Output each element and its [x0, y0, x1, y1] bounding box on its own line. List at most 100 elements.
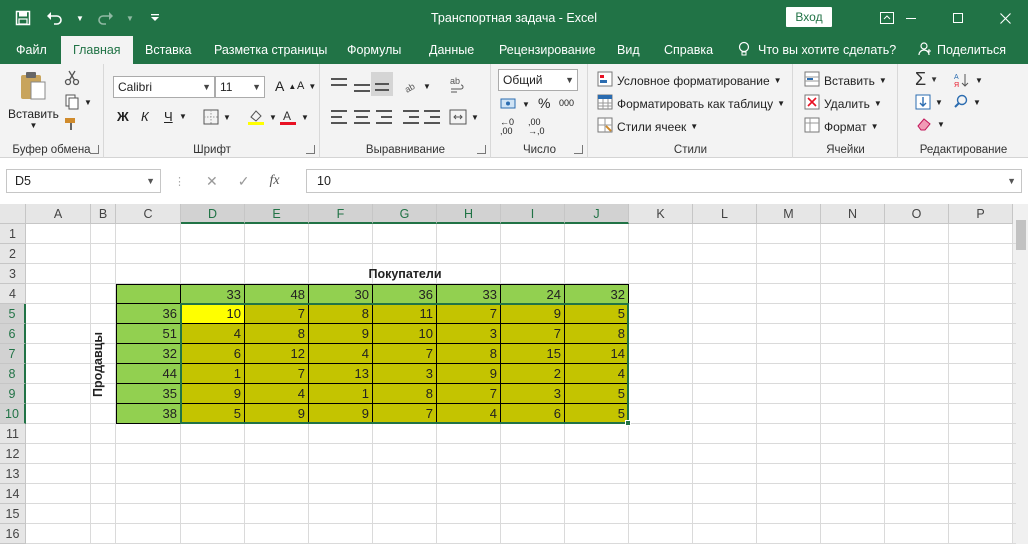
tab-page-layout[interactable]: Разметка страницы: [214, 36, 327, 64]
column-header-j[interactable]: J: [565, 204, 629, 224]
decrease-indent-icon[interactable]: [403, 110, 419, 124]
fill-icon[interactable]: ▼: [915, 94, 943, 110]
close-icon[interactable]: [982, 0, 1028, 36]
cost-cell[interactable]: 4: [309, 344, 373, 364]
row-header-1[interactable]: 1: [0, 224, 26, 244]
column-header-i[interactable]: I: [501, 204, 565, 224]
cost-cell[interactable]: 4: [565, 364, 629, 384]
format-cells-button[interactable]: Формат ▼: [804, 117, 879, 136]
cut-icon[interactable]: [64, 70, 80, 86]
vertical-scrollbar[interactable]: [1012, 204, 1028, 544]
cost-cell[interactable]: 15: [501, 344, 565, 364]
cost-cell[interactable]: 14: [565, 344, 629, 364]
column-header-l[interactable]: L: [693, 204, 757, 224]
cost-cell[interactable]: 9: [501, 304, 565, 324]
select-all-corner[interactable]: [0, 204, 26, 224]
autosum-icon[interactable]: Σ ▼: [915, 69, 938, 90]
supply-cell[interactable]: 35: [116, 384, 181, 404]
tab-help[interactable]: Справка: [664, 36, 713, 64]
save-icon[interactable]: [12, 7, 34, 29]
confirm-entry-icon[interactable]: ✓: [238, 173, 250, 190]
demand-cell[interactable]: 30: [309, 284, 373, 304]
number-launcher-icon[interactable]: [574, 145, 583, 154]
cost-cell[interactable]: 12: [245, 344, 309, 364]
cost-cell[interactable]: 13: [309, 364, 373, 384]
cost-cell[interactable]: 8: [245, 324, 309, 344]
wrap-text-icon[interactable]: ab: [449, 76, 467, 94]
font-launcher-icon[interactable]: [306, 145, 315, 154]
fill-color-icon[interactable]: ▼: [247, 108, 277, 126]
supply-cell[interactable]: 36: [116, 304, 181, 324]
insert-cells-button[interactable]: Вставить ▼: [804, 71, 887, 90]
tab-data[interactable]: Данные: [429, 36, 474, 64]
row-header-12[interactable]: 12: [0, 444, 26, 464]
minimize-icon[interactable]: [888, 0, 934, 36]
cost-cell[interactable]: 7: [437, 304, 501, 324]
cost-cell[interactable]: 7: [245, 304, 309, 324]
format-painter-icon[interactable]: [64, 116, 80, 132]
align-center-icon[interactable]: [354, 110, 370, 124]
login-button[interactable]: Вход: [786, 7, 832, 27]
demand-cell[interactable]: 33: [181, 284, 245, 304]
font-size-combo[interactable]: 11 ▼: [215, 76, 265, 98]
row-header-14[interactable]: 14: [0, 484, 26, 504]
supply-cell[interactable]: 44: [116, 364, 181, 384]
cell-c4[interactable]: [116, 284, 181, 304]
column-header-o[interactable]: O: [885, 204, 949, 224]
font-color-icon[interactable]: A ▼: [279, 108, 309, 126]
column-header-m[interactable]: M: [757, 204, 821, 224]
column-header-c[interactable]: C: [116, 204, 181, 224]
column-header-k[interactable]: K: [629, 204, 693, 224]
borders-icon[interactable]: ▼: [203, 109, 231, 125]
cost-cell[interactable]: 9: [245, 404, 309, 424]
row-header-5[interactable]: 5: [0, 304, 26, 324]
align-top-icon[interactable]: [331, 78, 347, 92]
cost-cell[interactable]: 9: [181, 384, 245, 404]
fill-handle[interactable]: [625, 420, 631, 426]
cost-cell[interactable]: 3: [437, 324, 501, 344]
cost-cell[interactable]: 8: [309, 304, 373, 324]
cancel-entry-icon[interactable]: ✕: [206, 173, 218, 190]
align-bottom-icon[interactable]: [371, 72, 393, 96]
cost-cell[interactable]: 1: [309, 384, 373, 404]
column-header-d[interactable]: D: [181, 204, 245, 224]
worksheet-grid[interactable]: A B C D E F G H I J K L M N O P 1 2 3 4 5 6 7 8 9 10 11 12 13 14 15 16 П…: [0, 204, 1028, 544]
row-header-3[interactable]: 3: [0, 264, 26, 284]
share-button[interactable]: Поделиться: [918, 36, 1006, 64]
orientation-icon[interactable]: ab ▼: [403, 78, 431, 94]
maximize-icon[interactable]: [935, 0, 981, 36]
column-header-e[interactable]: E: [245, 204, 309, 224]
redo-icon[interactable]: [94, 7, 116, 29]
row-header-6[interactable]: 6: [0, 324, 26, 344]
align-right-icon[interactable]: [376, 110, 392, 124]
row-header-8[interactable]: 8: [0, 364, 26, 384]
vertical-scroll-thumb[interactable]: [1016, 220, 1026, 250]
delete-cells-button[interactable]: Удалить ▼: [804, 94, 882, 113]
tab-view[interactable]: Вид: [617, 36, 640, 64]
supply-cell[interactable]: 32: [116, 344, 181, 364]
row-header-9[interactable]: 9: [0, 384, 26, 404]
column-header-g[interactable]: G: [373, 204, 437, 224]
cost-cell[interactable]: 11: [373, 304, 437, 324]
insert-function-button[interactable]: fx: [269, 173, 279, 189]
cost-cell[interactable]: 1: [181, 364, 245, 384]
comma-style-icon[interactable]: 000: [559, 98, 574, 108]
cost-cell[interactable]: 4: [437, 404, 501, 424]
demand-cell[interactable]: 48: [245, 284, 309, 304]
cell-styles-button[interactable]: Стили ячеек ▼: [597, 117, 698, 136]
column-header-n[interactable]: N: [821, 204, 885, 224]
increase-decimal-icon[interactable]: ←0,00: [500, 118, 514, 136]
tab-insert[interactable]: Вставка: [145, 36, 191, 64]
tab-formulas[interactable]: Формулы: [347, 36, 401, 64]
align-middle-icon[interactable]: [354, 78, 370, 92]
cost-cell[interactable]: 6: [181, 344, 245, 364]
cost-cell[interactable]: 7: [437, 384, 501, 404]
increase-indent-icon[interactable]: [424, 110, 440, 124]
copy-icon[interactable]: ▼: [64, 94, 92, 110]
number-format-combo[interactable]: Общий ▼: [498, 69, 578, 91]
bold-button[interactable]: Ж: [117, 109, 129, 124]
clear-icon[interactable]: ▼: [915, 116, 945, 132]
row-header-10[interactable]: 10: [0, 404, 26, 424]
redo-dropdown-icon[interactable]: ▼: [126, 7, 134, 29]
underline-button[interactable]: Ч: [164, 109, 173, 124]
